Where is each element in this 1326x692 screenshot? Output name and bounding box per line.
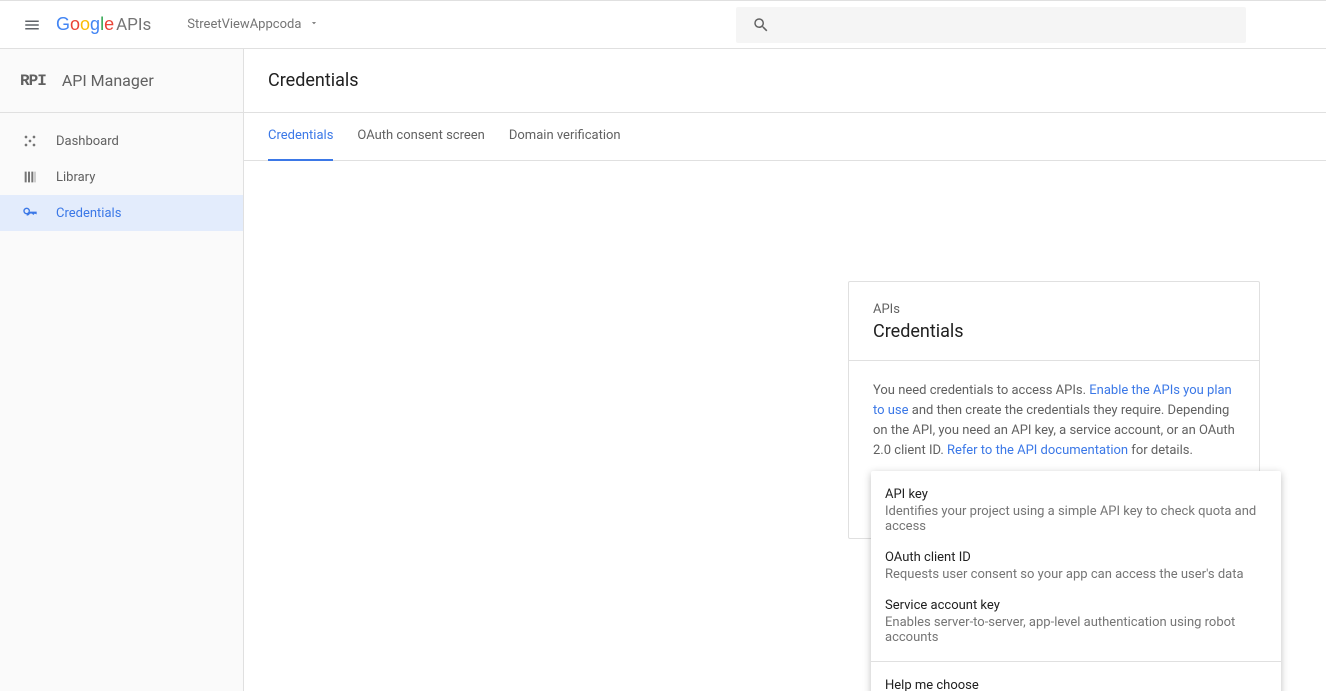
sidebar-title: API Manager bbox=[62, 71, 154, 90]
create-credentials-dropdown: API key Identifies your project using a … bbox=[871, 471, 1281, 691]
dropdown-item-title: Help me choose bbox=[885, 678, 1267, 691]
dropdown-item-desc: Requests user consent so your app can ac… bbox=[885, 567, 1267, 582]
dropdown-item-title: OAuth client ID bbox=[885, 550, 1267, 565]
api-logo-icon: RPI bbox=[20, 72, 46, 90]
google-logo-text: Google bbox=[56, 14, 114, 35]
sidebar-item-label: Dashboard bbox=[56, 134, 119, 149]
chevron-down-icon bbox=[309, 17, 319, 32]
tab-label: Domain verification bbox=[509, 128, 621, 143]
dropdown-divider bbox=[871, 661, 1281, 662]
dropdown-item-desc: Identifies your project using a simple A… bbox=[885, 504, 1267, 534]
card-text-part: for details. bbox=[1128, 443, 1193, 458]
sidebar-item-label: Library bbox=[56, 170, 95, 185]
tab-credentials[interactable]: Credentials bbox=[268, 113, 333, 161]
search-container bbox=[736, 7, 1246, 43]
library-icon bbox=[20, 169, 40, 185]
dropdown-item-service-account[interactable]: Service account key Enables server-to-se… bbox=[871, 590, 1281, 653]
project-name: StreetViewAppcoda bbox=[187, 17, 301, 32]
sidebar-item-library[interactable]: Library bbox=[0, 159, 243, 195]
apis-label: APIs bbox=[116, 15, 151, 35]
tab-label: OAuth consent screen bbox=[357, 128, 484, 143]
card-header: APIs Credentials bbox=[849, 282, 1259, 361]
search-icon bbox=[752, 16, 770, 34]
dropdown-item-title: Service account key bbox=[885, 598, 1267, 613]
tab-domain-verification[interactable]: Domain verification bbox=[509, 113, 621, 161]
tab-oauth-consent[interactable]: OAuth consent screen bbox=[357, 113, 484, 161]
card-title: Credentials bbox=[873, 321, 1235, 342]
dropdown-item-oauth-client[interactable]: OAuth client ID Requests user consent so… bbox=[871, 542, 1281, 590]
tabs-bar: Credentials OAuth consent screen Domain … bbox=[244, 113, 1326, 161]
dropdown-item-help-choose[interactable]: Help me choose Asks a few questions to h… bbox=[871, 670, 1281, 691]
page-header: Credentials bbox=[244, 49, 1326, 113]
tab-label: Credentials bbox=[268, 128, 333, 143]
card-overline: APIs bbox=[873, 302, 1235, 317]
main-content: Credentials Credentials OAuth consent sc… bbox=[244, 49, 1326, 691]
sidebar-nav: Dashboard Library Credentials bbox=[0, 113, 243, 231]
dropdown-item-api-key[interactable]: API key Identifies your project using a … bbox=[871, 479, 1281, 542]
sidebar-item-label: Credentials bbox=[56, 206, 121, 221]
body-container: RPI API Manager Dashboard Library Cred bbox=[0, 49, 1326, 691]
search-input[interactable] bbox=[736, 7, 1246, 43]
hamburger-menu-button[interactable] bbox=[8, 1, 56, 49]
hamburger-icon bbox=[23, 16, 41, 34]
dashboard-icon bbox=[20, 133, 40, 149]
dropdown-item-title: API key bbox=[885, 487, 1267, 502]
sidebar: RPI API Manager Dashboard Library Cred bbox=[0, 49, 244, 691]
top-header: Google APIs StreetViewAppcoda bbox=[0, 1, 1326, 49]
page-title: Credentials bbox=[268, 70, 359, 91]
card-text-part: You need credentials to access APIs. bbox=[873, 383, 1089, 398]
card-description: You need credentials to access APIs. Ena… bbox=[873, 381, 1235, 462]
google-apis-logo[interactable]: Google APIs bbox=[56, 14, 151, 35]
sidebar-item-credentials[interactable]: Credentials bbox=[0, 195, 243, 231]
key-icon bbox=[20, 205, 40, 221]
sidebar-header: RPI API Manager bbox=[0, 49, 243, 113]
project-selector[interactable]: StreetViewAppcoda bbox=[187, 17, 319, 32]
api-docs-link[interactable]: Refer to the API documentation bbox=[947, 443, 1128, 458]
sidebar-item-dashboard[interactable]: Dashboard bbox=[0, 123, 243, 159]
dropdown-item-desc: Enables server-to-server, app-level auth… bbox=[885, 615, 1267, 645]
